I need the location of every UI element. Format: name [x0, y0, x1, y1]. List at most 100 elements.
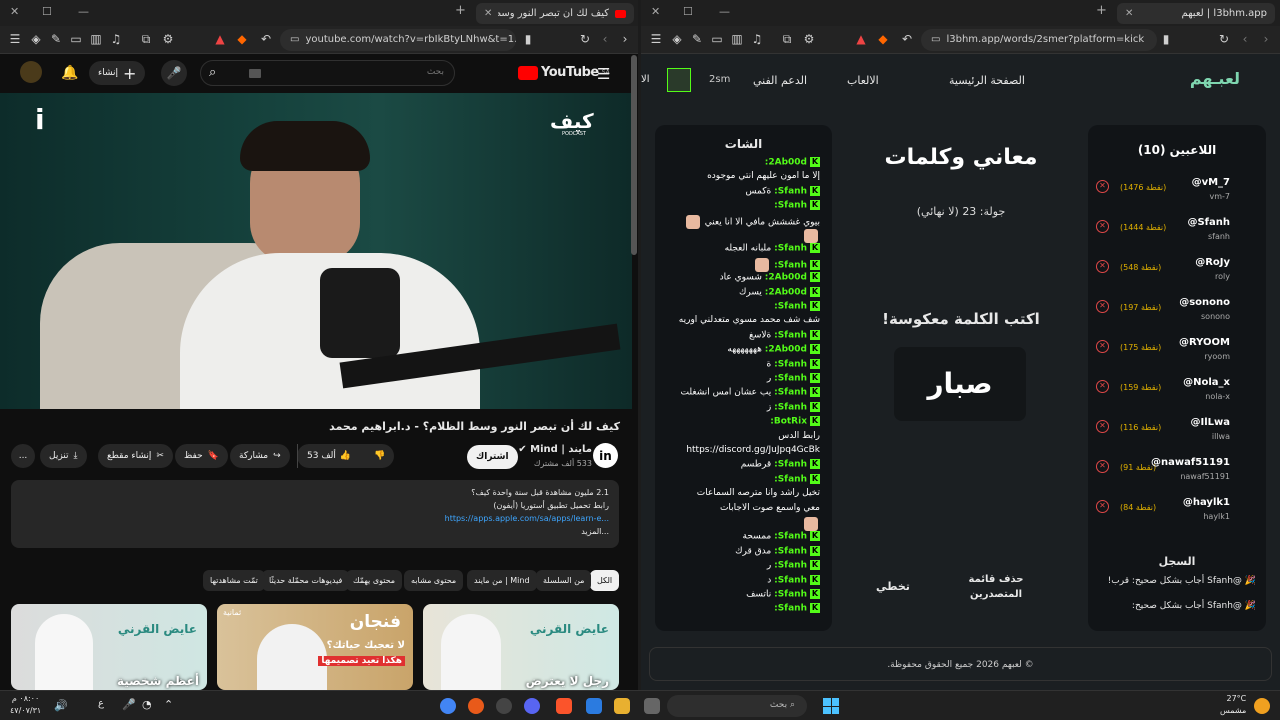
remove-player-icon[interactable]: ✕ [1096, 300, 1109, 313]
shield-icon[interactable]: ◈ [28, 32, 44, 46]
minimize-icon[interactable]: — [78, 5, 89, 18]
menu-icon[interactable]: ☰ [648, 32, 664, 46]
keyboard-icon[interactable] [249, 69, 261, 78]
close-window-icon[interactable]: ✕ [651, 5, 660, 18]
aria-icon[interactable]: ▲ [212, 32, 228, 46]
bookmark-icon[interactable]: ▭ [709, 32, 725, 46]
menu-icon[interactable]: ☰ [7, 32, 23, 46]
chat-username[interactable]: Sfanh: [774, 532, 807, 542]
brave-shield-icon[interactable]: ◆ [234, 32, 250, 46]
reload-icon[interactable]: ↻ [1216, 32, 1232, 46]
chip-watched[interactable]: تمّت مشاهدتها [203, 570, 265, 591]
chat-username[interactable]: 2Ab00d: [765, 345, 807, 355]
search-icon[interactable]: ⌕ [209, 65, 216, 80]
chat-username[interactable]: Sfanh: [774, 302, 807, 312]
remove-player-icon[interactable]: ✕ [1096, 340, 1109, 353]
tab-youtube[interactable]: ✕ كيف لك أن تبصر النور وسط الظ [476, 3, 634, 24]
network-icon[interactable]: ◔ [142, 698, 152, 711]
maximize-icon[interactable]: ☐ [683, 5, 693, 18]
tab-l3bhm[interactable]: ✕ لعبهم | l3bhm.app [1117, 3, 1275, 24]
subscribe-button[interactable]: اشتراك [467, 445, 518, 469]
store-icon[interactable] [586, 698, 602, 714]
music-icon[interactable]: ♫ [749, 32, 765, 46]
user-avatar[interactable] [667, 68, 691, 92]
page-scrollbar[interactable] [631, 55, 637, 255]
sidebar-icon[interactable]: ▥ [729, 32, 745, 46]
chat-username[interactable]: Sfanh: [774, 474, 807, 484]
new-tab-icon[interactable]: + [1096, 3, 1107, 18]
clock[interactable]: ٠٨:٠٠ م ٤٧/٠٧/٣١ [10, 693, 41, 717]
mic-icon[interactable]: 🎤 [122, 698, 136, 711]
nav-overflow[interactable]: الا [641, 74, 649, 85]
site-info-icon[interactable]: ▭ [931, 34, 940, 45]
screenshot-icon[interactable]: ⧉ [138, 32, 154, 47]
chip-series[interactable]: من السلسلة [536, 570, 592, 591]
chat-username[interactable]: 2Ab00d: [765, 287, 807, 297]
chip-from-channel[interactable]: من مايند | Mind [467, 570, 537, 591]
remove-player-icon[interactable]: ✕ [1096, 420, 1109, 433]
notifications-icon[interactable]: 🔔 [60, 63, 80, 83]
clip-button[interactable]: إنشاء مقطع ✂ [98, 444, 173, 468]
chat-username[interactable]: Sfanh: [774, 201, 807, 211]
chat-username[interactable]: Sfanh: [774, 374, 807, 384]
forward-icon[interactable]: › [1258, 32, 1274, 46]
chat-username[interactable]: Sfanh: [774, 388, 807, 398]
chat-username[interactable]: Sfanh: [774, 244, 807, 254]
nav-games[interactable]: الالعاب [847, 74, 879, 87]
extensions-icon[interactable]: ⚙ [801, 32, 817, 46]
pin-icon[interactable]: ✎ [48, 32, 64, 46]
chat-username[interactable]: Sfanh: [774, 186, 807, 196]
video-thumbnail[interactable]: عايض القرني أعظم شخصية [11, 604, 207, 690]
chat-username[interactable]: Sfanh: [774, 604, 807, 614]
search-box[interactable]: ⌕ بحث [200, 60, 455, 86]
app-icon[interactable] [496, 698, 512, 714]
extensions-icon[interactable]: ⚙ [160, 32, 176, 46]
volume-icon[interactable]: 🔊 [54, 699, 68, 712]
reload-icon[interactable]: ↻ [577, 32, 593, 46]
chrome-icon[interactable] [440, 698, 456, 714]
remove-player-icon[interactable]: ✕ [1096, 260, 1109, 273]
bookmark-page-icon[interactable]: ▮ [520, 32, 536, 46]
chip-relevant[interactable]: محتوى يهمّك [346, 570, 403, 591]
hamburger-menu-icon[interactable]: ☰ [597, 65, 610, 83]
remove-player-icon[interactable]: ✕ [1096, 180, 1109, 193]
aria-icon[interactable]: ▲ [853, 32, 869, 46]
tab-close-icon[interactable]: ✕ [484, 8, 492, 19]
nav-support[interactable]: الدعم الفني [753, 74, 807, 87]
screenshot-icon[interactable]: ⧉ [779, 32, 795, 47]
chat-username[interactable]: Sfanh: [774, 330, 807, 340]
chat-username[interactable]: Sfanh: [774, 546, 807, 556]
app-icon[interactable] [468, 698, 484, 714]
bookmark-icon[interactable]: ▭ [68, 32, 84, 46]
chip-recent[interactable]: فيديوهات محمّلة حديثًا [262, 570, 350, 591]
video-thumbnail[interactable]: فنجان لا تعجبك حياتك؟ هكذا تعيد تصميمها … [217, 604, 413, 690]
video-thumbnail[interactable]: عايض القرني رجل لا يعترض [423, 604, 619, 690]
shield-icon[interactable]: ◈ [669, 32, 685, 46]
maximize-icon[interactable]: ☐ [42, 5, 52, 18]
chat-username[interactable]: Sfanh: [774, 460, 807, 470]
site-info-icon[interactable]: ▭ [290, 34, 299, 45]
description-more[interactable]: ...المزيد [21, 525, 609, 538]
channel-avatar[interactable]: in [593, 443, 618, 468]
back-icon[interactable]: ‹ [1237, 32, 1253, 46]
channel-name[interactable]: مايند | Mind ✔ [518, 444, 592, 455]
chat-username[interactable]: 2Ab00d: [765, 158, 807, 168]
remove-player-icon[interactable]: ✕ [1096, 380, 1109, 393]
dislike-button[interactable]: 👎 [365, 451, 394, 461]
remove-player-icon[interactable]: ✕ [1096, 220, 1109, 233]
task-view-icon[interactable] [644, 698, 660, 714]
chat-username[interactable]: Sfanh: [774, 561, 807, 571]
new-tab-icon[interactable]: + [455, 3, 466, 18]
video-player[interactable]: i كيف PODCAST [0, 93, 632, 409]
forward-icon[interactable]: › [617, 32, 633, 46]
file-explorer-icon[interactable] [614, 698, 630, 714]
chat-username[interactable]: Sfanh: [774, 402, 807, 412]
reset-leaderboard-button[interactable]: حذف قائمة المتصدرين [966, 572, 1026, 602]
music-icon[interactable]: ♫ [108, 32, 124, 46]
bookmark-page-icon[interactable]: ▮ [1158, 32, 1174, 46]
create-button[interactable]: إنشاء + [89, 61, 146, 85]
nav-username[interactable]: 2sm [709, 74, 730, 85]
pin-icon[interactable]: ✎ [689, 32, 705, 46]
save-button[interactable]: حفظ 🔖 [175, 444, 228, 468]
chip-similar[interactable]: محتوى مشابه [404, 570, 464, 591]
